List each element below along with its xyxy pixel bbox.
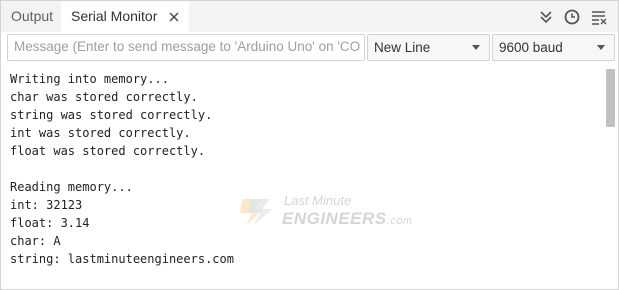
tab-output-label: Output	[11, 8, 54, 24]
log-line: int: 32123	[10, 198, 83, 212]
bolt-logo-icon	[240, 199, 272, 225]
log-line: Writing into memory...	[10, 72, 169, 86]
serial-monitor-panel: Output Serial Monitor Message (Enter to …	[0, 0, 619, 290]
baud-rate-select[interactable]: 9600 baud	[492, 34, 615, 61]
chevron-down-icon	[597, 45, 605, 50]
tab-output[interactable]: Output	[11, 1, 53, 32]
log-line: float: 3.14	[10, 216, 90, 230]
serial-output-log: Writing into memory... char was stored co…	[10, 70, 234, 268]
line-ending-select[interactable]: New Line	[367, 34, 490, 61]
log-line: string: lastminuteengineers.com	[10, 252, 234, 266]
double-chevron-down-icon[interactable]	[536, 7, 556, 27]
tab-serial-monitor[interactable]: Serial Monitor	[61, 1, 190, 33]
scrollbar-thumb[interactable]	[606, 69, 615, 127]
message-input-row: New Line 9600 baud	[7, 34, 615, 61]
log-line: char was stored correctly.	[10, 90, 198, 104]
serial-output[interactable]: Writing into memory... char was stored co…	[2, 65, 602, 287]
log-line: char: A	[10, 234, 61, 248]
line-ending-value: New Line	[374, 40, 431, 55]
watermark-logo: Last Minute ENGINEERS.com	[232, 193, 412, 233]
watermark-line1: Last Minute	[284, 193, 352, 208]
log-line: Reading memory...	[10, 180, 133, 194]
watermark-suffix: .com	[386, 215, 413, 227]
message-input[interactable]	[8, 35, 366, 58]
log-line: float was stored correctly.	[10, 144, 206, 158]
panel-tab-bar: Output Serial Monitor	[1, 1, 618, 33]
vertical-scrollbar[interactable]	[604, 65, 616, 287]
clear-output-icon[interactable]	[589, 7, 609, 27]
chevron-down-icon	[472, 45, 480, 50]
close-icon[interactable]	[169, 2, 179, 22]
log-line: int was stored correctly.	[10, 126, 191, 140]
clock-icon[interactable]	[562, 7, 582, 27]
watermark-line2: ENGINEERS.com	[282, 209, 412, 229]
log-line: string was stored correctly.	[10, 108, 213, 122]
tab-serial-monitor-label: Serial Monitor	[71, 8, 158, 24]
watermark-engineers: ENGINEERS	[282, 209, 387, 228]
message-field[interactable]	[7, 34, 366, 61]
baud-rate-value: 9600 baud	[499, 40, 563, 55]
